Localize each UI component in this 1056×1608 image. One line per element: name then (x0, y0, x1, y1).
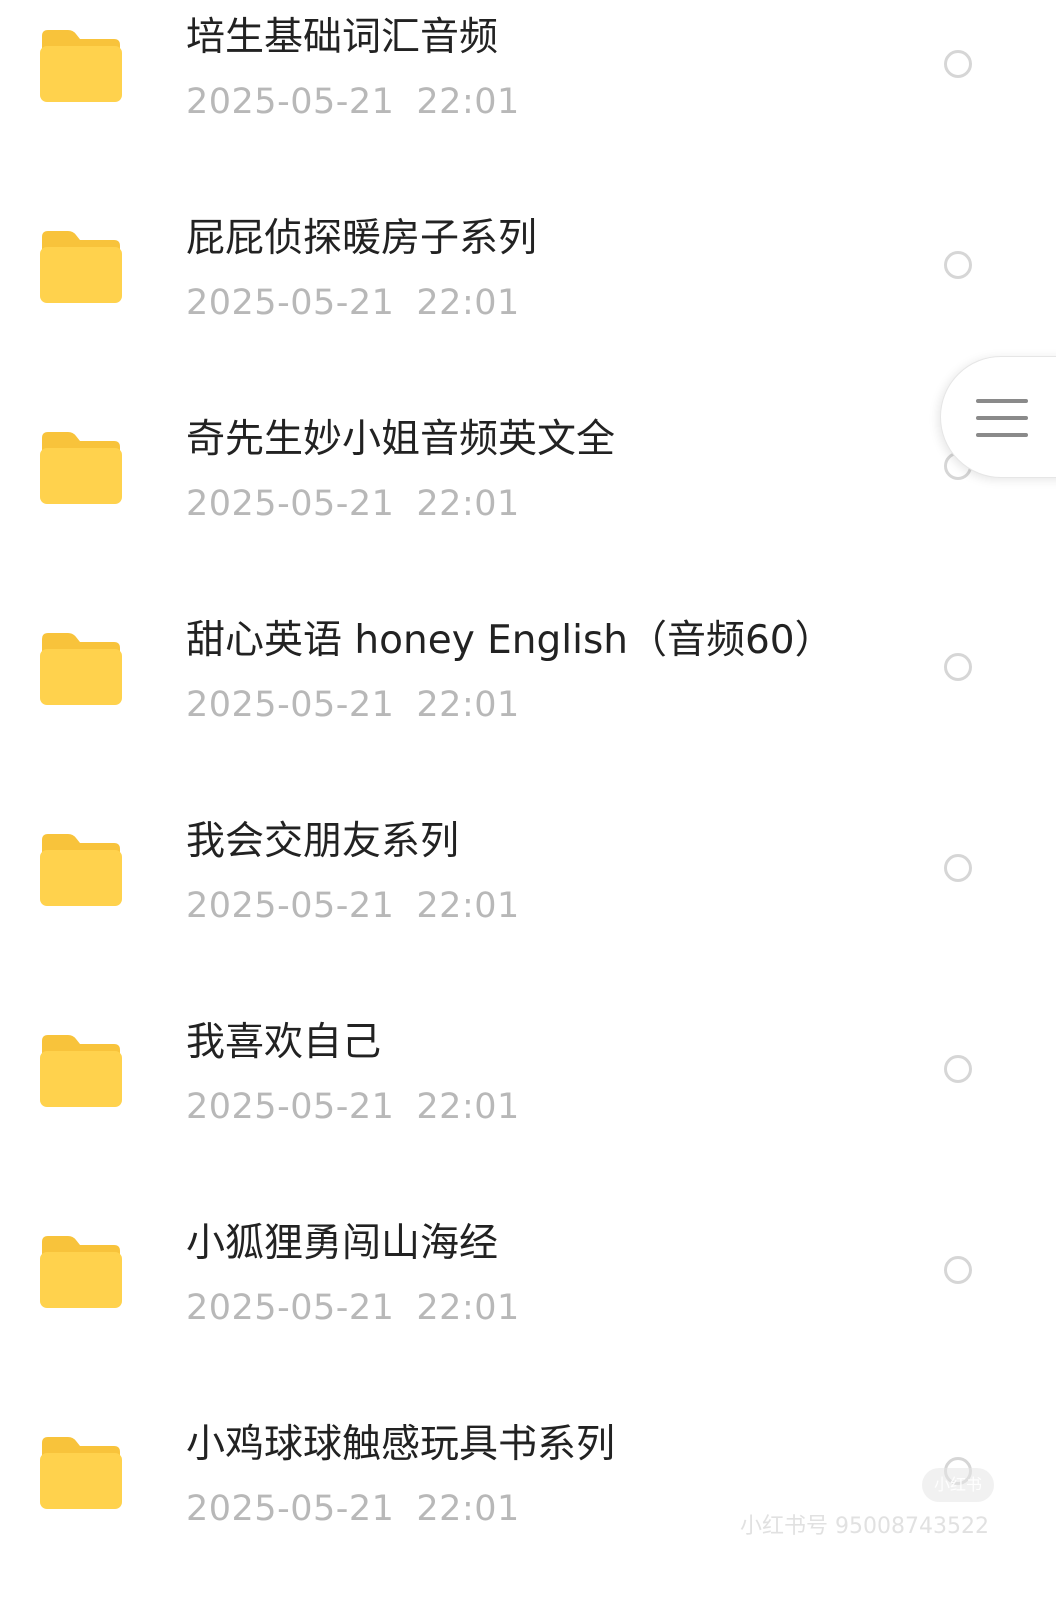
folder-row[interactable]: 奇先生妙小姐音频英文全 2025-05-21 22:01 (0, 402, 1056, 603)
file-list: 培生基础词汇音频 2025-05-21 22:01 屁屁侦探暖房子系列 2025-… (0, 0, 1056, 1590)
date-text: 2025-05-21 (186, 1489, 395, 1529)
modified-date: 2025-05-21 22:01 (186, 80, 520, 124)
folder-name: 奇先生妙小姐音频英文全 (186, 417, 616, 462)
folder-icon (38, 28, 124, 104)
folder-icon (38, 1234, 124, 1310)
folder-icon (38, 832, 124, 908)
folder-name: 屁屁侦探暖房子系列 (186, 216, 538, 261)
date-text: 2025-05-21 (186, 886, 395, 926)
time-text: 22:01 (416, 1489, 520, 1529)
folder-row[interactable]: 甜心英语 honey English（音频60） 2025-05-21 22:01 (0, 603, 1056, 804)
date-text: 2025-05-21 (186, 1288, 395, 1328)
select-radio[interactable] (944, 1256, 972, 1284)
select-radio[interactable] (944, 1055, 972, 1083)
folder-icon (38, 1435, 124, 1511)
date-text: 2025-05-21 (186, 283, 395, 323)
date-text: 2025-05-21 (186, 685, 395, 725)
watermark-badge: 小红书 (922, 1468, 994, 1502)
select-radio[interactable] (944, 251, 972, 279)
folder-row[interactable]: 培生基础词汇音频 2025-05-21 22:01 (0, 0, 1056, 201)
watermark-text: 小红书号 95008743522 (740, 1514, 989, 1539)
select-radio[interactable] (944, 50, 972, 78)
modified-date: 2025-05-21 22:01 (186, 281, 520, 325)
folder-row[interactable]: 我会交朋友系列 2025-05-21 22:01 (0, 804, 1056, 1005)
folder-name: 培生基础词汇音频 (186, 15, 499, 60)
folder-name: 甜心英语 honey English（音频60） (186, 618, 834, 663)
folder-row[interactable]: 屁屁侦探暖房子系列 2025-05-21 22:01 (0, 201, 1056, 402)
modified-date: 2025-05-21 22:01 (186, 884, 520, 928)
folder-name: 小狐狸勇闯山海经 (186, 1221, 499, 1266)
floating-menu-button[interactable] (940, 356, 1056, 478)
folder-name: 我会交朋友系列 (186, 819, 460, 864)
date-text: 2025-05-21 (186, 1087, 395, 1127)
folder-name: 小鸡球球触感玩具书系列 (186, 1422, 616, 1467)
folder-row[interactable]: 我喜欢自己 2025-05-21 22:01 (0, 1005, 1056, 1206)
folder-icon (38, 229, 124, 305)
modified-date: 2025-05-21 22:01 (186, 1085, 520, 1129)
time-text: 22:01 (416, 1087, 520, 1127)
folder-name: 我喜欢自己 (186, 1020, 382, 1065)
modified-date: 2025-05-21 22:01 (186, 1286, 520, 1330)
menu-icon (976, 399, 1028, 439)
time-text: 22:01 (416, 886, 520, 926)
time-text: 22:01 (416, 283, 520, 323)
folder-row[interactable]: 小狐狸勇闯山海经 2025-05-21 22:01 (0, 1206, 1056, 1407)
time-text: 22:01 (416, 685, 520, 725)
select-radio[interactable] (944, 653, 972, 681)
modified-date: 2025-05-21 22:01 (186, 1487, 520, 1531)
select-radio[interactable] (944, 854, 972, 882)
modified-date: 2025-05-21 22:01 (186, 482, 520, 526)
modified-date: 2025-05-21 22:01 (186, 683, 520, 727)
time-text: 22:01 (416, 1288, 520, 1328)
folder-icon (38, 1033, 124, 1109)
folder-icon (38, 631, 124, 707)
date-text: 2025-05-21 (186, 484, 395, 524)
date-text: 2025-05-21 (186, 82, 395, 122)
time-text: 22:01 (416, 484, 520, 524)
folder-icon (38, 430, 124, 506)
time-text: 22:01 (416, 82, 520, 122)
